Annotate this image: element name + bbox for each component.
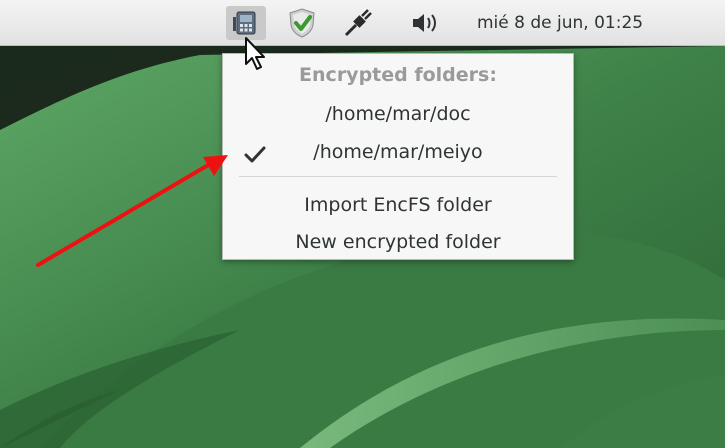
volume-icon[interactable] [402,6,450,40]
menu-item-folder-meiyo[interactable]: /home/mar/meiyo [223,135,573,169]
menu-item-import-encfs[interactable]: Import EncFS folder [223,188,573,222]
menu-separator [239,176,557,177]
top-panel: mié 8 de jun, 01:25 [0,0,725,46]
encfs-menu: Encrypted folders: /home/mar/doc /home/m… [222,53,574,260]
menu-item-new-encrypted-folder[interactable]: New encrypted folder [223,225,573,259]
clock[interactable]: mié 8 de jun, 01:25 [477,11,643,35]
shield-check-icon[interactable] [280,6,324,40]
encfs-tray-icon[interactable] [226,6,266,40]
menu-item-folder-doc[interactable]: /home/mar/doc [223,97,573,131]
menu-header: Encrypted folders: [299,64,497,86]
network-plug-icon[interactable] [338,6,378,40]
mouse-pointer-icon [245,37,265,70]
